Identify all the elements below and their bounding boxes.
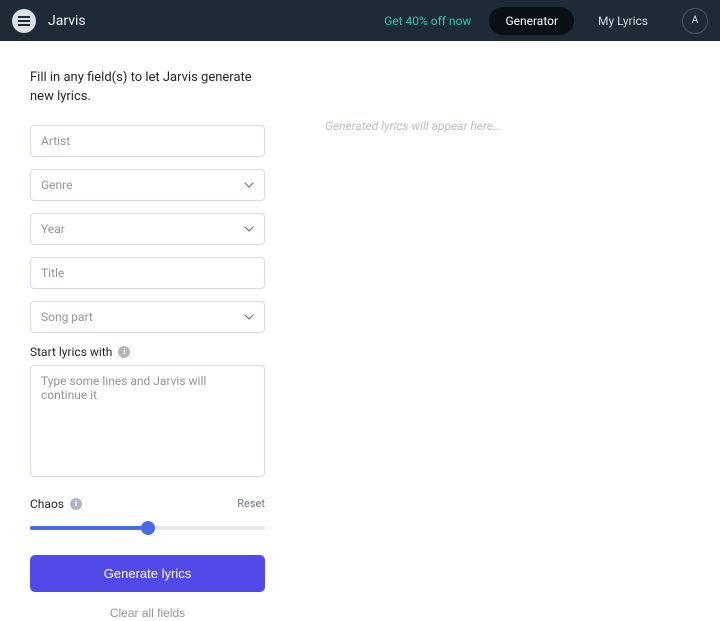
year-select[interactable]: Year <box>30 213 265 245</box>
form-intro: Fill in any field(s) to let Jarvis gener… <box>30 69 265 107</box>
clear-all-button[interactable]: Clear all fields <box>30 606 265 620</box>
output-placeholder: Generated lyrics will appear here... <box>325 119 690 133</box>
slider-track <box>30 526 265 530</box>
app-brand: Jarvis <box>48 13 86 29</box>
chevron-down-icon <box>244 312 254 322</box>
promo-link[interactable]: Get 40% off now <box>384 14 471 28</box>
start-lyrics-label-row: Start lyrics with i <box>30 345 265 359</box>
chaos-header: Chaos i Reset <box>30 497 265 511</box>
title-input[interactable] <box>30 257 265 289</box>
genre-select-placeholder: Genre <box>41 178 72 192</box>
chaos-label: Chaos <box>30 497 64 511</box>
output-pane: Generated lyrics will appear here... <box>295 41 720 583</box>
song-part-select-placeholder: Song part <box>41 310 93 324</box>
nav-generator[interactable]: Generator <box>489 7 574 35</box>
chevron-down-icon <box>244 224 254 234</box>
hamburger-icon <box>18 16 30 26</box>
form-pane: Fill in any field(s) to let Jarvis gener… <box>0 41 295 583</box>
genre-select[interactable]: Genre <box>30 169 265 201</box>
info-icon[interactable]: i <box>118 346 130 358</box>
start-lyrics-label: Start lyrics with <box>30 345 112 359</box>
chaos-slider[interactable] <box>30 519 265 537</box>
artist-input[interactable] <box>30 125 265 157</box>
info-icon[interactable]: i <box>70 498 82 510</box>
chevron-down-icon <box>244 180 254 190</box>
nav-my-lyrics[interactable]: My Lyrics <box>582 7 664 35</box>
year-select-placeholder: Year <box>41 222 65 236</box>
main-content: Fill in any field(s) to let Jarvis gener… <box>0 41 720 583</box>
generate-button[interactable]: Generate lyrics <box>30 555 265 592</box>
chaos-reset-button[interactable]: Reset <box>237 497 265 510</box>
menu-button[interactable] <box>12 9 36 33</box>
slider-fill <box>30 526 148 530</box>
song-part-select[interactable]: Song part <box>30 301 265 333</box>
start-lyrics-textarea[interactable] <box>30 365 265 477</box>
app-header: Jarvis Get 40% off now Generator My Lyri… <box>0 0 720 41</box>
user-avatar[interactable]: A <box>682 8 708 34</box>
slider-thumb[interactable] <box>141 521 155 535</box>
